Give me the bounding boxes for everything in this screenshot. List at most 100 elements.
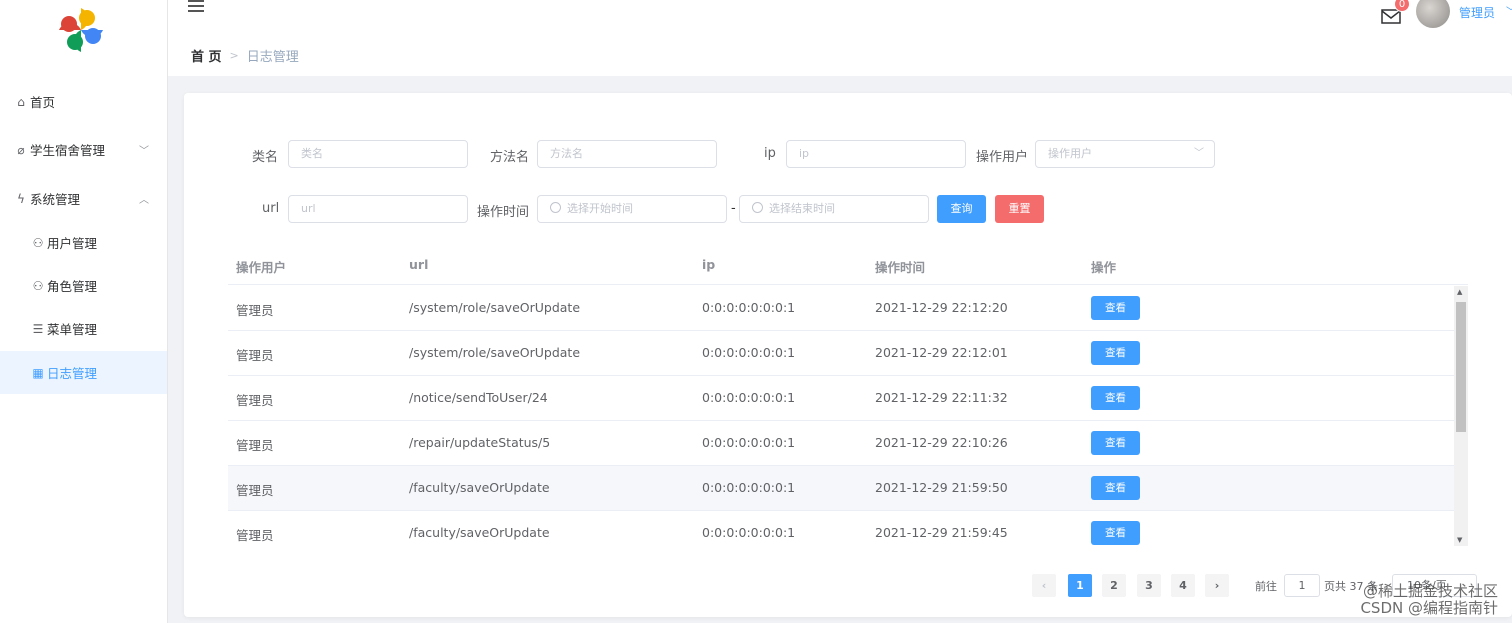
- cell-ip: 0:0:0:0:0:0:0:1: [702, 435, 796, 450]
- url-input[interactable]: url: [288, 195, 468, 223]
- view-button[interactable]: 查看: [1091, 431, 1140, 455]
- table-row: 管理员 /system/role/saveOrUpdate 0:0:0:0:0:…: [228, 286, 1454, 331]
- sidebar-item-home[interactable]: ⌂ 首页: [0, 80, 167, 123]
- cell-ip: 0:0:0:0:0:0:0:1: [702, 480, 796, 495]
- app-logo: [59, 8, 103, 52]
- hamburger-icon[interactable]: [188, 0, 204, 14]
- cell-time: 2021-12-29 22:11:32: [875, 390, 1008, 405]
- breadcrumb-home[interactable]: 首 页: [191, 46, 222, 65]
- scrollbar-thumb[interactable]: [1456, 302, 1466, 432]
- column-header-user: 操作用户: [236, 260, 287, 275]
- sidebar-item-label: 系统管理: [30, 192, 81, 207]
- cell-time: 2021-12-29 22:12:01: [875, 345, 1008, 360]
- cell-ip: 0:0:0:0:0:0:0:1: [702, 390, 796, 405]
- ip-input[interactable]: ip: [786, 140, 966, 168]
- cell-time: 2021-12-29 22:10:26: [875, 435, 1008, 450]
- column-header-time: 操作时间: [875, 260, 926, 275]
- view-button[interactable]: 查看: [1091, 341, 1140, 365]
- start-time-placeholder: 选择开始时间: [567, 202, 633, 215]
- cell-time: 2021-12-29 21:59:50: [875, 480, 1008, 495]
- range-separator: -: [731, 201, 736, 216]
- table-body: 管理员 /system/role/saveOrUpdate 0:0:0:0:0:…: [228, 286, 1454, 546]
- notification-badge: 0: [1394, 0, 1410, 12]
- page-1-button[interactable]: 1: [1068, 574, 1092, 597]
- sidebar-item-roles[interactable]: ⚇ 角色管理: [0, 264, 167, 307]
- sidebar-item-dorm[interactable]: ⌀ 学生宿舍管理 ﹀: [0, 128, 167, 171]
- avatar[interactable]: [1416, 0, 1450, 28]
- reset-button[interactable]: 重置: [995, 195, 1044, 223]
- table-scrollbar[interactable]: ▲ ▼: [1454, 286, 1468, 546]
- users-icon: ⚇: [32, 278, 44, 293]
- page-2-button[interactable]: 2: [1102, 574, 1126, 597]
- sidebar-item-label: 菜单管理: [47, 322, 98, 337]
- column-header-action: 操作: [1091, 260, 1117, 275]
- chevron-down-icon[interactable]: ﹀: [1506, 3, 1512, 18]
- table-row: 管理员 /faculty/saveOrUpdate 0:0:0:0:0:0:0:…: [228, 511, 1454, 546]
- cell-user: 管理员: [236, 348, 274, 363]
- paperclip-icon: ⌀: [17, 142, 25, 157]
- sidebar-item-label: 角色管理: [47, 279, 98, 294]
- chevron-up-icon: ︿: [139, 195, 149, 206]
- cell-user: 管理员: [236, 303, 274, 318]
- table-row: 管理员 /faculty/saveOrUpdate 0:0:0:0:0:0:0:…: [228, 466, 1454, 511]
- top-header: 首 页 > 日志管理 0 管理员 ﹀: [168, 0, 1512, 76]
- cell-ip: 0:0:0:0:0:0:0:1: [702, 345, 796, 360]
- class-label: 类名: [252, 150, 279, 165]
- sidebar: ⌂ 首页 ⌀ 学生宿舍管理 ﹀ ϟ 系统管理 ︿ ⚇ 用户管理 ⚇ 角色管理 ☰…: [0, 0, 168, 623]
- operator-select[interactable]: 操作用户 ﹀: [1035, 140, 1215, 168]
- next-page-button[interactable]: ›: [1205, 574, 1229, 597]
- query-button[interactable]: 查询: [937, 195, 986, 223]
- operator-label: 操作用户: [976, 150, 1029, 165]
- cell-time: 2021-12-29 22:12:20: [875, 300, 1008, 315]
- page-4-button[interactable]: 4: [1171, 574, 1195, 597]
- breadcrumb-separator-icon: >: [229, 49, 239, 62]
- goto-page-input[interactable]: 1: [1284, 574, 1320, 597]
- column-header-ip: ip: [702, 257, 716, 272]
- log-card: 类名 类名 方法名 方法名 ip ip 操作用户 操作用户 ﹀ url url …: [184, 93, 1512, 617]
- end-time-picker[interactable]: 选择结束时间: [739, 195, 929, 223]
- cell-url: /repair/updateStatus/5: [409, 435, 551, 450]
- page-3-button[interactable]: 3: [1137, 574, 1161, 597]
- lightning-icon: ϟ: [17, 191, 25, 206]
- menu-icon: ☰: [32, 321, 44, 336]
- sidebar-item-label: 日志管理: [47, 366, 98, 381]
- breadcrumb: 首 页 > 日志管理: [191, 46, 299, 65]
- cell-url: /system/role/saveOrUpdate: [409, 345, 581, 360]
- sidebar-item-system[interactable]: ϟ 系统管理 ︿: [0, 177, 167, 220]
- breadcrumb-current: 日志管理: [246, 50, 299, 65]
- method-input[interactable]: 方法名: [537, 140, 717, 168]
- user-name[interactable]: 管理员: [1459, 4, 1495, 21]
- view-button[interactable]: 查看: [1091, 521, 1140, 545]
- time-label: 操作时间: [477, 205, 530, 220]
- view-button[interactable]: 查看: [1091, 296, 1140, 320]
- view-button[interactable]: 查看: [1091, 386, 1140, 410]
- cell-url: /faculty/saveOrUpdate: [409, 480, 550, 495]
- view-button[interactable]: 查看: [1091, 476, 1140, 500]
- column-header-url: url: [409, 257, 429, 272]
- sidebar-item-label: 首页: [30, 95, 56, 110]
- scroll-up-icon[interactable]: ▲: [1457, 288, 1462, 296]
- start-time-picker[interactable]: 选择开始时间: [537, 195, 727, 223]
- cell-user: 管理员: [236, 528, 274, 543]
- cell-url: /notice/sendToUser/24: [409, 390, 548, 405]
- url-label: url: [262, 201, 280, 216]
- watermark-line-2: CSDN @编程指南针: [1360, 599, 1498, 617]
- cell-url: /system/role/saveOrUpdate: [409, 300, 581, 315]
- cell-user: 管理员: [236, 393, 274, 408]
- cell-ip: 0:0:0:0:0:0:0:1: [702, 525, 796, 540]
- clock-icon: [550, 202, 561, 213]
- cell-time: 2021-12-29 21:59:45: [875, 525, 1008, 540]
- prev-page-button[interactable]: ‹: [1032, 574, 1056, 597]
- sidebar-item-menus[interactable]: ☰ 菜单管理: [0, 307, 167, 350]
- user-icon: ⚇: [32, 235, 44, 250]
- cell-url: /faculty/saveOrUpdate: [409, 525, 550, 540]
- sidebar-item-logs[interactable]: ▦ 日志管理: [0, 351, 167, 394]
- sidebar-item-users[interactable]: ⚇ 用户管理: [0, 221, 167, 264]
- class-input[interactable]: 类名: [288, 140, 468, 168]
- table-row: 管理员 /notice/sendToUser/24 0:0:0:0:0:0:0:…: [228, 376, 1454, 421]
- scroll-down-icon[interactable]: ▼: [1457, 536, 1462, 544]
- table-header: 操作用户 url ip 操作时间 操作: [228, 245, 1468, 285]
- sidebar-item-label: 学生宿舍管理: [30, 143, 106, 158]
- operator-select-placeholder: 操作用户: [1048, 147, 1092, 160]
- table-row: 管理员 /repair/updateStatus/5 0:0:0:0:0:0:0…: [228, 421, 1454, 466]
